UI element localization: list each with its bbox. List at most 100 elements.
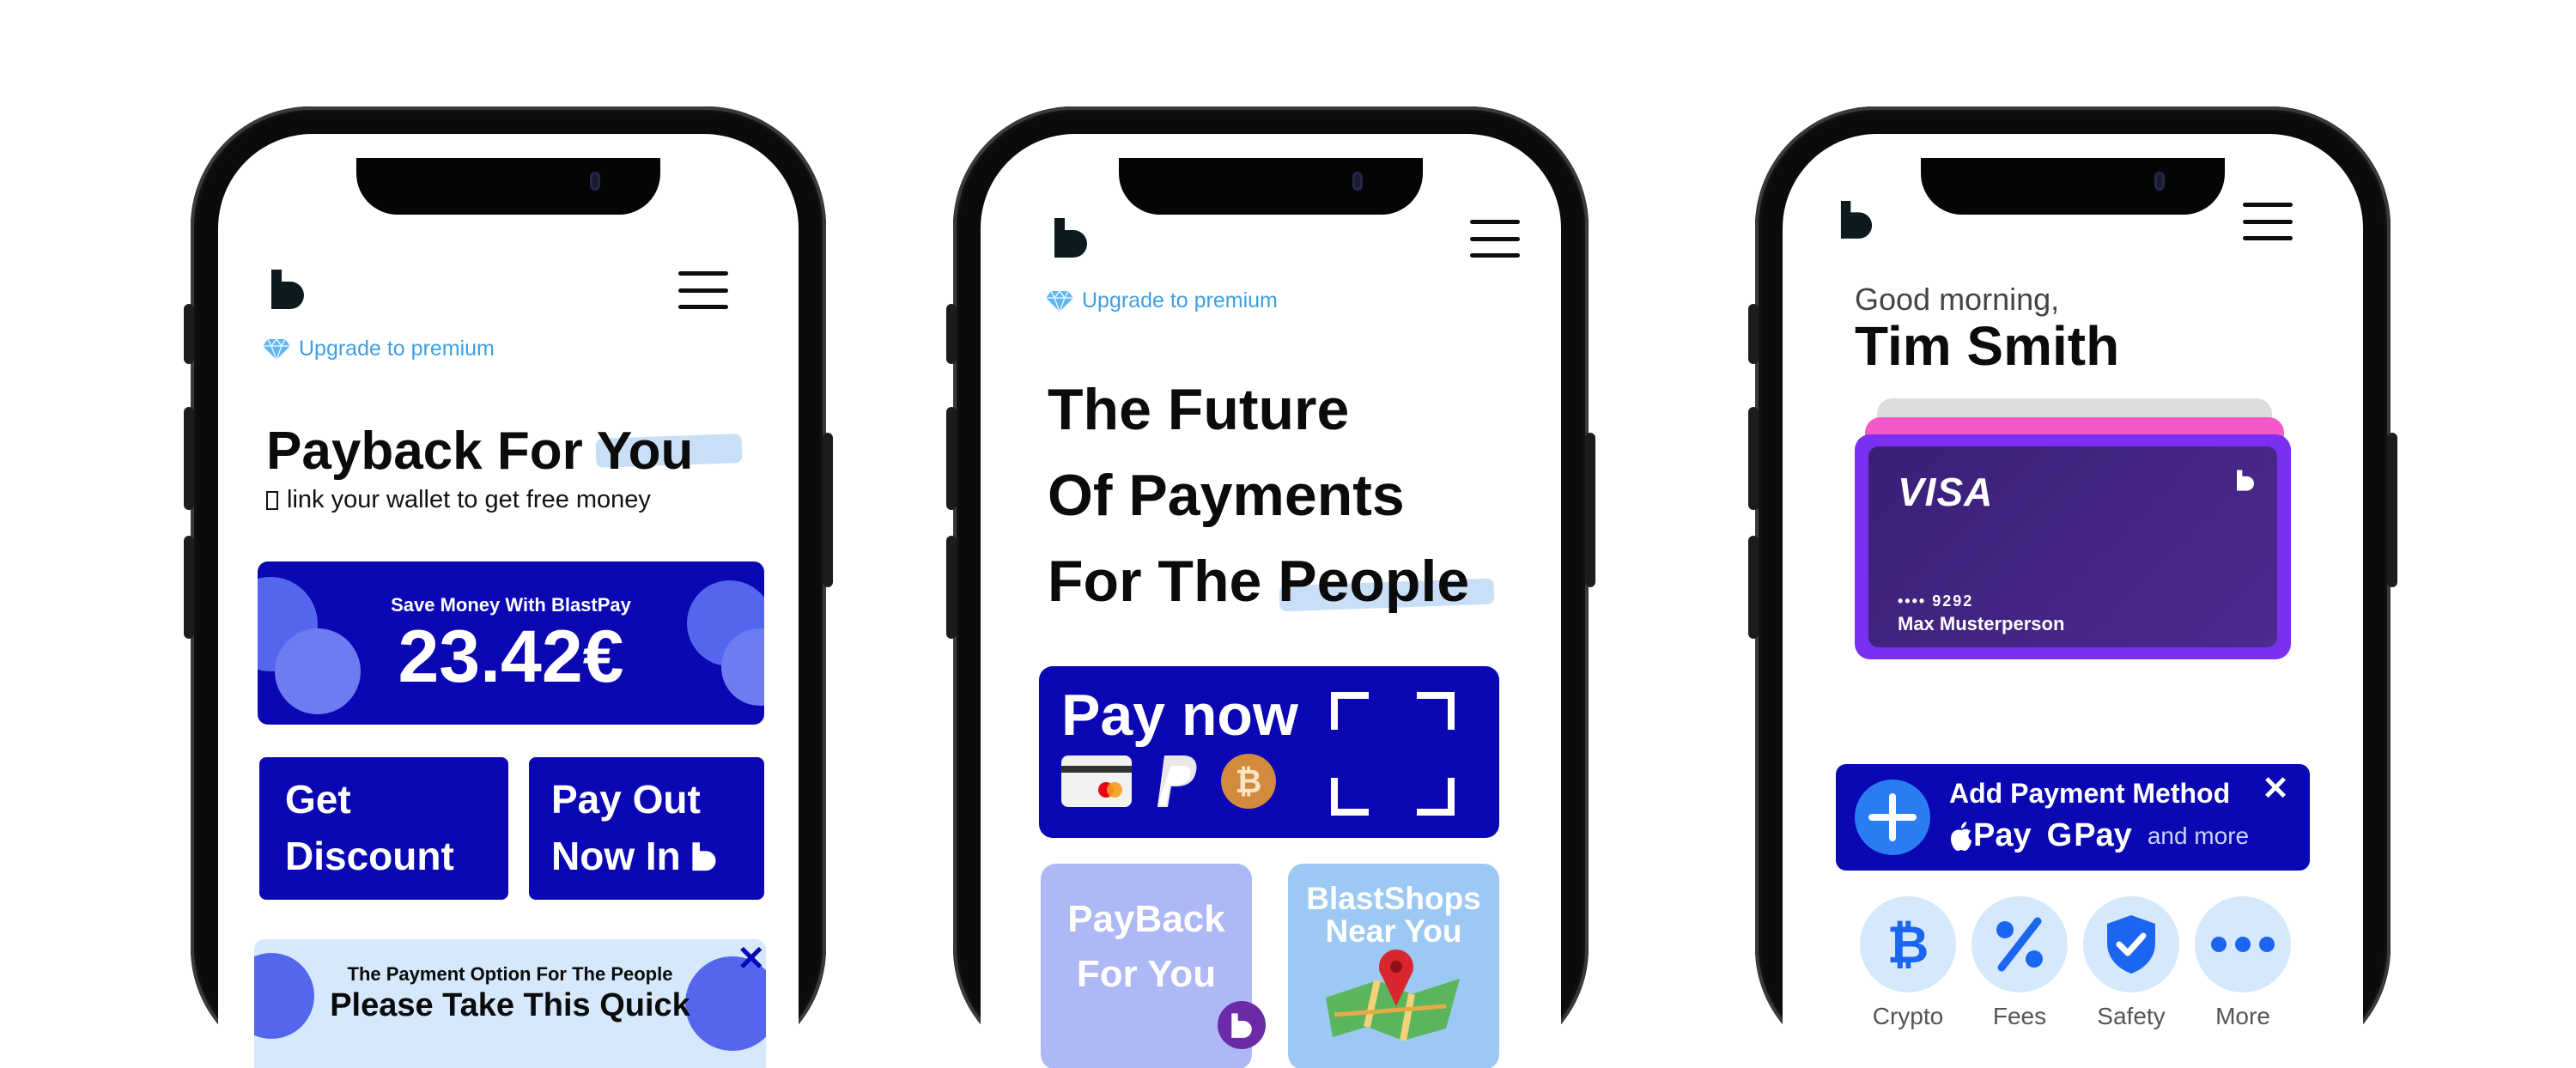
upgrade-premium-link[interactable]: Upgrade to premium	[1046, 288, 1278, 313]
hamburger-menu-icon[interactable]	[2243, 203, 2293, 240]
add-icon[interactable]	[1855, 780, 1930, 855]
phone-screen-2: Upgrade to premium The Future Of Payment…	[981, 134, 1561, 1068]
add-payment-title: Add Payment Method	[1949, 778, 2231, 809]
hamburger-menu-icon[interactable]	[1470, 220, 1520, 258]
map-pin-icon	[1326, 950, 1460, 1041]
side-button	[1585, 433, 1595, 587]
side-button	[1748, 304, 1759, 364]
quick-action-label: More	[2215, 1003, 2270, 1029]
google-g-icon: G	[2046, 817, 2073, 853]
savings-card[interactable]: Save Money With BlastPay 23.42€	[258, 561, 764, 725]
quick-action-fees[interactable]: Fees	[1968, 896, 2071, 1030]
upgrade-premium-link[interactable]: Upgrade to premium	[263, 337, 495, 361]
quick-action-label: Crypto	[1872, 1003, 1944, 1029]
side-button	[946, 407, 957, 510]
phone-screen-3: Good morning, Tim Smith VISA •••• 9292 M…	[1783, 134, 2363, 1068]
side-button	[184, 536, 194, 639]
notch	[1119, 158, 1423, 215]
greeting: Good morning,	[1855, 282, 2060, 317]
notch	[1921, 158, 2225, 215]
placeholder-glyph-icon	[266, 490, 278, 510]
get-discount-line2: Discount	[285, 834, 454, 878]
side-button	[184, 407, 194, 510]
pay-out-button[interactable]: Pay Out Now In	[529, 757, 764, 900]
and-more-label: and more	[2147, 822, 2250, 849]
side-button	[1748, 536, 1759, 639]
paypal-icon	[1157, 755, 1197, 807]
blastpay-logo-icon	[2237, 470, 2254, 491]
savings-amount: 23.42€	[398, 616, 624, 698]
svg-text:₿: ₿	[1236, 762, 1262, 800]
apple-pay-label: Pay	[1973, 817, 2032, 853]
card-number: •••• 9292	[1898, 592, 1974, 610]
survey-banner[interactable]: ✕ The Payment Option For The People Plea…	[254, 939, 766, 1068]
headline-line3-a: For The	[1048, 549, 1279, 614]
card-holder: Max Musterperson	[1898, 613, 2065, 634]
get-discount-button[interactable]: Get Discount	[259, 757, 508, 900]
camera-icon	[590, 172, 600, 191]
diamond-icon	[263, 337, 290, 361]
blastpay-badge-icon	[1218, 1001, 1266, 1049]
shield-check-icon	[2083, 896, 2179, 992]
savings-title: Save Money With BlastPay	[391, 594, 631, 616]
camera-icon	[1352, 172, 1363, 191]
survey-text: Please Take This Quick	[330, 987, 690, 1023]
visa-card-inner: VISA •••• 9292 Max Musterperson	[1868, 446, 2277, 647]
headline-line3-b: People	[1278, 549, 1470, 614]
bitcoin-icon: ₿	[1860, 896, 1956, 992]
google-pay-label: Pay	[2074, 817, 2132, 853]
quick-action-crypto[interactable]: ₿ Crypto	[1856, 896, 1959, 1030]
upgrade-label: Upgrade to premium	[1082, 288, 1278, 313]
apple-icon	[1951, 821, 1971, 851]
blastshops-line1: BlastShops	[1306, 881, 1481, 916]
phone-frame-1: Upgrade to premium Payback For You link …	[184, 106, 833, 1068]
bitcoin-icon: ₿	[1221, 754, 1276, 809]
scan-qr-icon[interactable]	[1331, 692, 1455, 816]
pay-now-button[interactable]: Pay now ₿	[1039, 666, 1499, 838]
pay-out-line1: Pay Out	[551, 777, 701, 822]
apple-pay-logo: Pay	[1949, 817, 2032, 854]
quick-actions: ₿ Crypto Fees Safety More	[1856, 896, 2294, 1030]
quick-action-more[interactable]: More	[2191, 896, 2294, 1030]
credit-card-icon	[1061, 755, 1132, 807]
headline-line3: For The People	[1048, 548, 1469, 615]
pay-now-label: Pay now	[1061, 683, 1298, 748]
google-pay-logo: G Pay	[2047, 817, 2132, 854]
quick-action-safety[interactable]: Safety	[2080, 896, 2183, 1030]
camera-icon	[2154, 172, 2165, 191]
side-button	[2387, 433, 2397, 587]
add-payment-method-banner[interactable]: Add Payment Method ✕ Pay G Pay and more	[1836, 764, 2310, 871]
payback-tile[interactable]: PayBack For You	[1041, 864, 1266, 1068]
blastpay-logo[interactable]	[1053, 216, 1089, 258]
diamond-icon	[1046, 289, 1073, 313]
visa-card[interactable]: VISA •••• 9292 Max Musterperson	[1855, 434, 2291, 659]
blastpay-logo[interactable]	[270, 268, 306, 309]
side-button	[823, 433, 833, 587]
blastpay-logo-icon	[692, 842, 716, 871]
survey-title: The Payment Option For The People	[347, 963, 673, 985]
side-button	[946, 536, 957, 639]
blastshops-tile[interactable]: BlastShops Near You	[1288, 864, 1499, 1068]
headline: Payback For You	[266, 422, 694, 481]
side-button	[946, 304, 957, 364]
notch	[356, 158, 660, 215]
payback-line2: For You	[1076, 953, 1217, 995]
phone-frame-2: Upgrade to premium The Future Of Payment…	[946, 106, 1595, 1068]
payment-options: Pay G Pay and more	[1949, 817, 2249, 854]
quick-action-label: Safety	[2097, 1003, 2166, 1029]
headline-line2: Of Payments	[1048, 463, 1405, 528]
blastpay-logo[interactable]	[1839, 199, 1874, 239]
phone-frame-3: Good morning, Tim Smith VISA •••• 9292 M…	[1748, 106, 2397, 1068]
quick-action-label: Fees	[1992, 1003, 2047, 1029]
percent-icon	[1971, 896, 2068, 992]
blastshops-line2: Near You	[1325, 913, 1462, 949]
pay-out-line2-text: Now In	[551, 834, 681, 878]
side-button	[184, 304, 194, 364]
close-icon[interactable]: ✕	[2262, 769, 2289, 808]
hamburger-menu-icon[interactable]	[678, 271, 728, 309]
side-button	[1748, 407, 1759, 510]
user-name: Tim Smith	[1855, 315, 2120, 377]
card-brand: VISA	[1898, 470, 1994, 514]
headline-line1: The Future	[1048, 377, 1350, 442]
subtitle: link your wallet to get free money	[266, 486, 651, 514]
